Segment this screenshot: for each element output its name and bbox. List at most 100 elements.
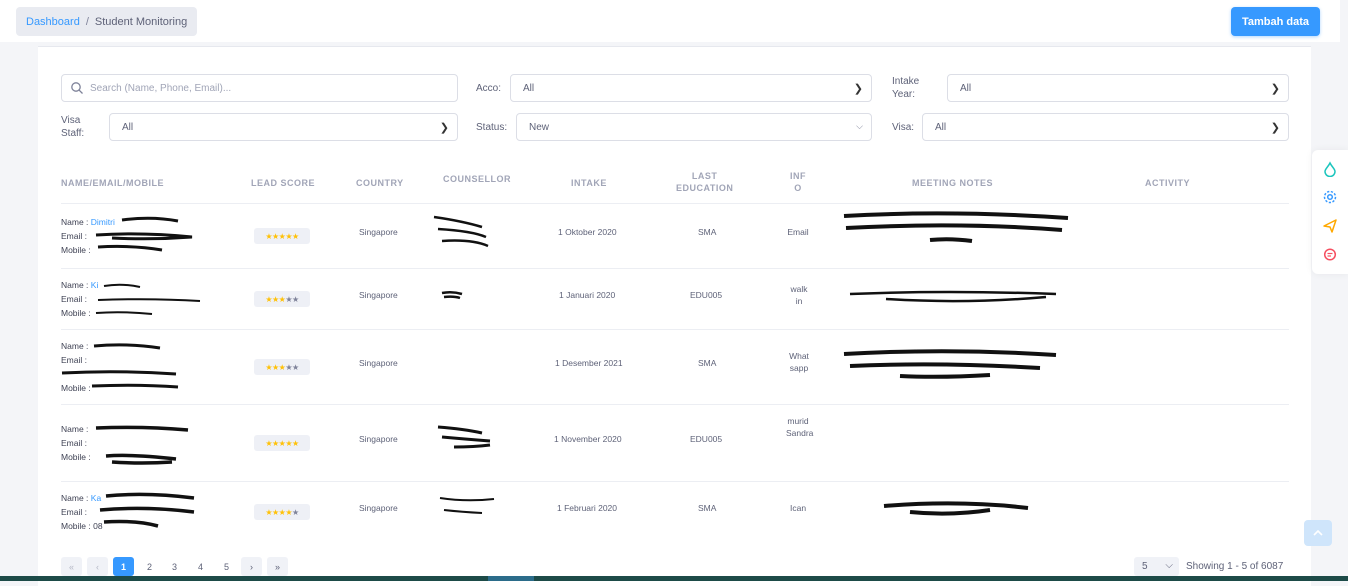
status-label: Status: [476,122,508,133]
country-cell: Singapore [359,358,398,368]
chevron-down-icon: ⌵ [856,121,863,131]
intake-cell: 1 Januari 2020 [559,290,616,300]
row-divider [61,481,1289,482]
page-5-button[interactable]: 5 [216,557,237,576]
country-cell: Singapore [359,227,398,237]
header-meeting-notes: MEETING NOTES [912,178,994,188]
status-select[interactable]: New ⌵ [516,113,872,141]
header-lead-score: LEAD SCORE [251,178,316,188]
redaction-scribble [843,211,1069,243]
lead-score-stars: ★★★★★ [254,359,310,375]
page-2-button[interactable]: 2 [139,557,160,576]
search-input[interactable] [90,82,430,94]
lead-score-stars: ★★★★★ [254,228,310,244]
intake-cell: 1 Oktober 2020 [558,227,617,237]
header-last-education: LAST EDUCATION [676,171,734,193]
header-country: COUNTRY [356,178,404,188]
intake-year-select-value: All [960,82,972,94]
lead-score-stars: ★★★★★ [254,291,310,307]
breadcrumb-dashboard-link[interactable]: Dashboard [26,16,80,28]
paper-plane-icon[interactable] [1321,217,1339,235]
header-name: NAME/EMAIL/MOBILE [61,178,164,188]
page-3-button[interactable]: 3 [164,557,185,576]
education-cell: SMA [698,227,717,237]
pagination-summary: Showing 1 - 5 of 6087 [1186,561,1284,572]
breadcrumb: Dashboard / Student Monitoring [16,7,198,36]
redaction-scribble [843,349,1057,379]
next-page-button[interactable]: › [241,557,262,576]
info-cell: Email [787,227,809,237]
country-cell: Singapore [359,503,398,513]
country-cell: Singapore [359,434,398,444]
visa-label: Visa: [892,122,915,133]
droplet-icon[interactable] [1321,160,1339,178]
acco-label: Acco: [476,83,502,94]
education-cell: SMA [698,503,717,513]
page-1-button[interactable]: 1 [113,557,134,576]
table-row-4-contact: Name : Email : Mobile : [61,424,91,462]
visa-select-value: All [935,121,947,133]
row-divider [61,268,1289,269]
acco-select[interactable]: All ❯ [510,74,872,102]
status-select-value: New [529,121,550,133]
redaction-scribble [849,290,1057,303]
breadcrumb-current: Student Monitoring [94,15,188,28]
top-bar: Dashboard / Student Monitoring Tambah da… [0,0,1340,42]
side-toolbar [1312,150,1348,274]
chevron-down-icon: ❯ [853,83,863,95]
add-data-button[interactable]: Tambah data [1231,7,1320,36]
country-cell: Singapore [359,290,398,300]
info-cell: Ican [790,503,807,513]
info-cell: murid Sandra [786,416,814,438]
education-cell: EDU005 [690,434,723,444]
info-cell: walk in [790,284,808,306]
redaction-scribble [95,216,193,252]
chevron-down-icon: ❯ [439,122,449,134]
chevron-down-icon: ❯ [1270,122,1280,134]
row-divider [61,329,1289,330]
intake-year-select[interactable]: All ❯ [947,74,1289,102]
taskbar-strip [0,576,1348,581]
breadcrumb-separator: / [85,15,89,28]
redaction-scribble [439,497,495,514]
chevron-down-icon: ⌵ [1165,560,1173,571]
intake-year-label: Intake Year: [892,76,920,100]
header-intake: INTAKE [571,178,607,188]
lead-score-stars: ★★★★★ [254,504,310,520]
scroll-top-button[interactable] [1304,520,1332,546]
visa-staff-select[interactable]: All ❯ [109,113,458,141]
header-activity: ACTIVITY [1145,178,1191,188]
intake-cell: 1 Februari 2020 [557,503,618,513]
redaction-scribble [95,283,201,315]
search-icon [71,82,83,94]
chat-icon[interactable] [1321,246,1339,264]
header-counsellor: COUNSELLOR [443,174,511,184]
info-cell: What sapp [789,351,809,373]
first-page-button[interactable]: « [61,557,82,576]
intake-cell: 1 November 2020 [554,434,622,444]
visa-staff-select-value: All [122,121,134,133]
visa-select[interactable]: All ❯ [922,113,1289,141]
redaction-scribble [441,290,463,300]
search-field[interactable] [61,74,458,102]
last-page-button[interactable]: » [267,557,288,576]
page-size-value: 5 [1142,561,1148,572]
education-cell: EDU005 [690,290,723,300]
redaction-scribble [95,425,189,465]
redaction-scribble [883,501,1029,516]
redaction-scribble [433,215,489,248]
page-4-button[interactable]: 4 [190,557,211,576]
arrow-up-icon [1313,529,1323,536]
education-cell: SMA [698,358,717,368]
visa-staff-label: Visa Staff: [61,115,85,139]
gear-icon[interactable] [1321,188,1339,206]
redaction-scribble [99,492,195,528]
header-info: INF O [790,171,806,193]
redaction-scribble [437,425,491,449]
redaction-scribble [61,343,179,389]
page-size-select[interactable]: 5 ⌵ [1134,557,1179,576]
chevron-down-icon: ❯ [1270,83,1280,95]
prev-page-button[interactable]: ‹ [87,557,108,576]
row-divider [61,203,1289,204]
lead-score-stars: ★★★★★ [254,435,310,451]
